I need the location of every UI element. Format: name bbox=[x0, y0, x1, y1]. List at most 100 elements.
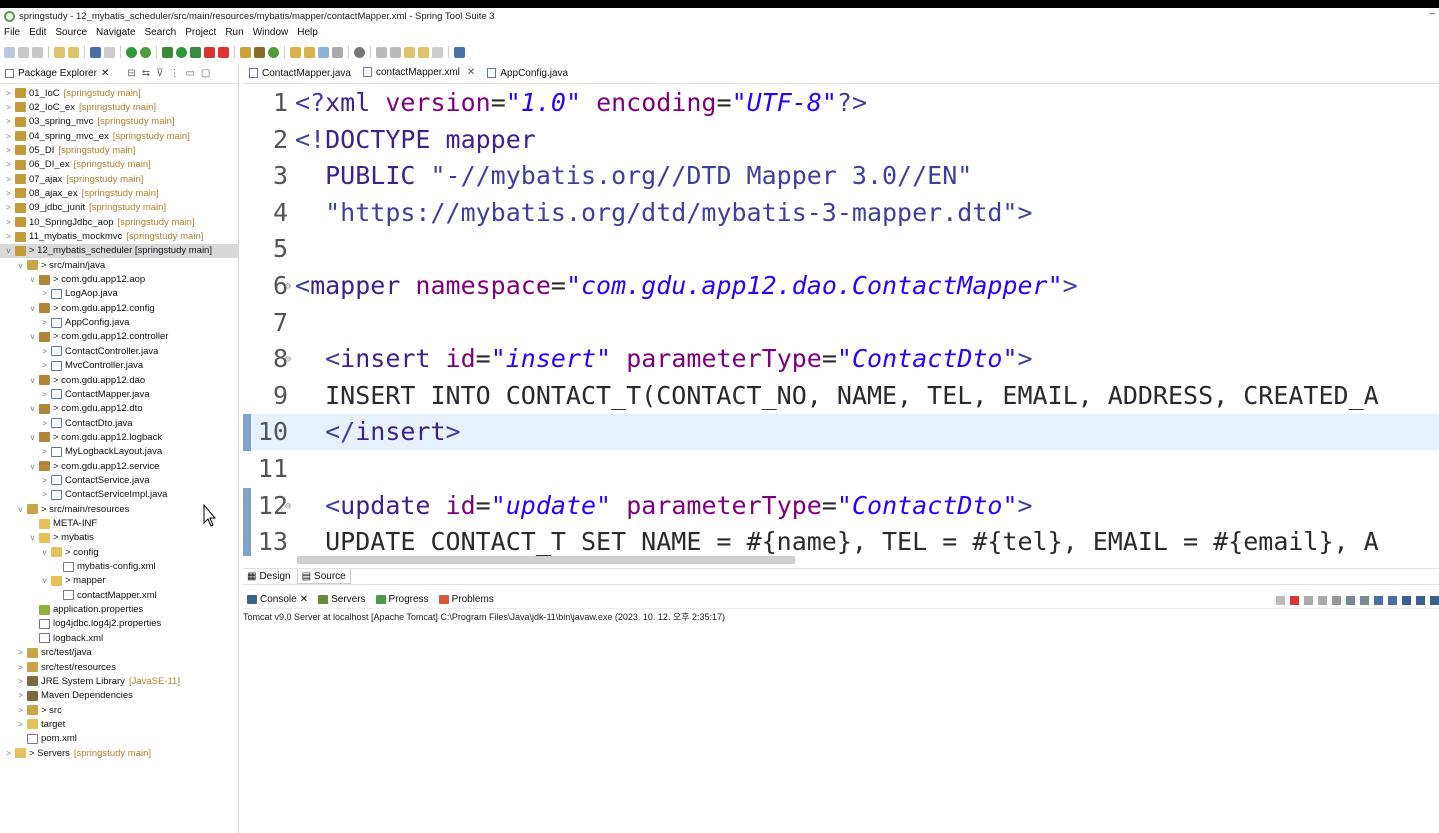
tree-item[interactable]: v > com.gdu.app12.controller bbox=[0, 330, 239, 344]
new-package-icon[interactable] bbox=[254, 46, 265, 58]
collapsed-chevron-icon[interactable]: > bbox=[4, 218, 13, 227]
refresh-icon[interactable] bbox=[140, 46, 151, 58]
collapsed-chevron-icon[interactable]: > bbox=[40, 390, 49, 399]
expanded-chevron-icon[interactable]: v bbox=[28, 533, 37, 542]
console-tab[interactable]: Console ✕ bbox=[247, 594, 308, 605]
expanded-chevron-icon[interactable]: v bbox=[40, 548, 49, 557]
tree-item[interactable]: v > config bbox=[0, 545, 239, 559]
next-annotation-icon[interactable] bbox=[376, 46, 387, 58]
expanded-chevron-icon[interactable]: v bbox=[4, 246, 13, 255]
code-line[interactable]: PUBLIC "-//mybatis.org//DTD Mapper 3.0//… bbox=[295, 158, 972, 194]
save-all-icon[interactable] bbox=[32, 46, 43, 58]
tree-item[interactable]: v > com.gdu.app12.service bbox=[0, 459, 239, 473]
remove-all-icon[interactable] bbox=[1318, 595, 1327, 605]
collapsed-chevron-icon[interactable]: > bbox=[4, 175, 13, 184]
tree-item[interactable]: >10_SpringJdbc_aop [springstudy main] bbox=[0, 215, 239, 229]
tree-item[interactable]: > src/test/resources bbox=[0, 660, 239, 674]
source-tab[interactable]: ▤ Source bbox=[296, 569, 351, 584]
tree-item[interactable]: > ContactService.java bbox=[0, 473, 239, 487]
search-icon[interactable] bbox=[332, 46, 343, 58]
tree-item[interactable]: v > src/main/java bbox=[0, 258, 239, 272]
close-tab-icon[interactable]: ✕ bbox=[467, 67, 475, 78]
collapsed-chevron-icon[interactable]: > bbox=[4, 203, 13, 212]
menu-source[interactable]: Source bbox=[55, 27, 87, 38]
collapsed-chevron-icon[interactable]: > bbox=[4, 146, 13, 155]
package-explorer-tab[interactable]: Package Explorer bbox=[18, 68, 97, 79]
tree-item[interactable]: log4jdbc.log4j2.properties bbox=[0, 617, 239, 631]
tree-item[interactable]: >04_spring_mvc_ex [springstudy main] bbox=[0, 129, 239, 143]
tree-item[interactable]: > ContactMapper.java bbox=[0, 387, 239, 401]
menu-window[interactable]: Window bbox=[253, 27, 289, 38]
word-wrap-icon[interactable] bbox=[1360, 595, 1369, 605]
collapsed-chevron-icon[interactable]: > bbox=[16, 663, 25, 672]
tree-item[interactable]: > Maven Dependencies bbox=[0, 689, 239, 703]
run-icon[interactable] bbox=[176, 46, 187, 58]
forward-icon[interactable] bbox=[432, 46, 443, 58]
collapsed-chevron-icon[interactable]: > bbox=[40, 318, 49, 327]
close-icon[interactable]: ✕ bbox=[300, 594, 308, 605]
toggle-icon[interactable] bbox=[104, 46, 115, 58]
collapsed-chevron-icon[interactable]: > bbox=[40, 490, 49, 499]
debug-icon[interactable] bbox=[162, 46, 173, 58]
tree-item[interactable]: v > com.gdu.app12.logback bbox=[0, 430, 239, 444]
terminate-icon[interactable] bbox=[1290, 595, 1299, 605]
link-editor-icon[interactable]: ⇆ bbox=[142, 68, 150, 79]
external-tools-icon[interactable] bbox=[218, 46, 229, 58]
code-line[interactable]: UPDATE CONTACT_T SET NAME = #{name}, TEL… bbox=[295, 524, 1379, 556]
tree-item[interactable]: >03_spring_mvc [springstudy main] bbox=[0, 115, 239, 129]
collapsed-chevron-icon[interactable]: > bbox=[4, 160, 13, 169]
collapsed-chevron-icon[interactable]: > bbox=[4, 117, 13, 126]
last-edit-icon[interactable] bbox=[404, 46, 415, 58]
fold-toggle-icon[interactable]: ⊖ bbox=[285, 354, 291, 365]
show-on-output-icon[interactable] bbox=[1374, 595, 1383, 605]
editor-tab-appconfig-java[interactable]: AppConfig.java bbox=[481, 63, 574, 83]
expanded-chevron-icon[interactable]: v bbox=[28, 332, 37, 341]
design-tab[interactable]: ▦ Design bbox=[243, 569, 295, 584]
open-folder-icon[interactable] bbox=[290, 46, 301, 58]
back-icon[interactable] bbox=[418, 46, 429, 58]
collapsed-chevron-icon[interactable]: > bbox=[40, 361, 49, 370]
expanded-chevron-icon[interactable]: v bbox=[28, 462, 37, 471]
editor-tab-contactmapper-java[interactable]: ContactMapper.java bbox=[243, 63, 357, 83]
minimize-button[interactable]: – bbox=[1430, 8, 1435, 18]
collapse-all-icon[interactable]: ⊟ bbox=[127, 68, 135, 79]
code-line[interactable]: "https://mybatis.org/dtd/mybatis-3-mappe… bbox=[295, 195, 1032, 231]
open-resource-icon[interactable] bbox=[68, 46, 79, 58]
expanded-chevron-icon[interactable]: v bbox=[28, 304, 37, 313]
editor-tab-contactmapper-xml[interactable]: contactMapper.xml ✕ bbox=[356, 63, 482, 83]
remove-icon[interactable] bbox=[1304, 595, 1313, 605]
menu-search[interactable]: Search bbox=[145, 27, 177, 38]
tree-item[interactable]: >07_ajax [springstudy main] bbox=[0, 172, 239, 186]
tree-item[interactable]: mybatis-config.xml bbox=[0, 560, 239, 574]
fold-toggle-icon[interactable]: ⊖ bbox=[285, 501, 291, 512]
editor-horizontal-scrollbar[interactable] bbox=[297, 556, 795, 564]
collapsed-chevron-icon[interactable]: > bbox=[40, 419, 49, 428]
minimize-view-icon[interactable]: ▭ bbox=[185, 68, 194, 79]
tree-item[interactable]: > MyLogbackLayout.java bbox=[0, 445, 239, 459]
expanded-chevron-icon[interactable]: v bbox=[28, 404, 37, 413]
expanded-chevron-icon[interactable]: v bbox=[28, 376, 37, 385]
tree-item[interactable]: >08_ajax_ex [springstudy main] bbox=[0, 186, 239, 200]
remove-launch-icon[interactable] bbox=[1276, 595, 1285, 605]
tree-item[interactable]: >06_DI_ex [springstudy main] bbox=[0, 158, 239, 172]
menu-file[interactable]: File bbox=[4, 27, 20, 38]
tree-item[interactable]: >05_DI [springstudy main] bbox=[0, 143, 239, 157]
prev-annotation-icon[interactable] bbox=[390, 46, 401, 58]
tree-item[interactable]: v > 12_mybatis_scheduler [springstudy mai… bbox=[0, 243, 239, 258]
tree-item[interactable]: > AppConfig.java bbox=[0, 316, 239, 330]
tree-item[interactable]: > MvcController.java bbox=[0, 359, 239, 373]
terminal-icon[interactable] bbox=[90, 46, 101, 58]
tree-item[interactable]: > ContactController.java bbox=[0, 344, 239, 358]
problems-tab[interactable]: Problems bbox=[438, 594, 494, 605]
collapsed-chevron-icon[interactable]: > bbox=[4, 103, 13, 112]
clear-console-icon[interactable] bbox=[1332, 595, 1341, 605]
progress-tab[interactable]: Progress bbox=[375, 594, 429, 605]
menu-edit[interactable]: Edit bbox=[29, 27, 46, 38]
new-java-project-icon[interactable] bbox=[240, 46, 251, 58]
fold-toggle-icon[interactable]: ⊖ bbox=[285, 281, 291, 292]
open-file-icon[interactable] bbox=[304, 46, 315, 58]
new-class-icon[interactable] bbox=[268, 46, 279, 58]
boot-dashboard-icon[interactable] bbox=[126, 46, 137, 58]
view-menu-icon[interactable]: ⋮ bbox=[169, 68, 179, 79]
collapsed-chevron-icon[interactable]: > bbox=[16, 691, 25, 700]
